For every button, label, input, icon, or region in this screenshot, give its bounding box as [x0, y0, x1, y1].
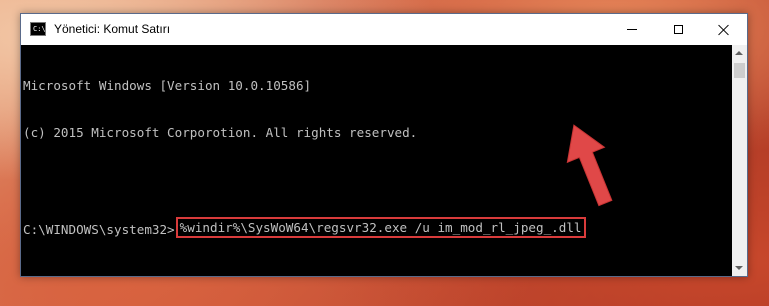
minimize-button[interactable]: [609, 14, 655, 45]
command-prompt: C:\WINDOWS\system32>: [23, 221, 175, 237]
console-line: Microsoft Windows [Version 10.0.10586]: [23, 78, 312, 94]
close-button[interactable]: [701, 14, 747, 45]
window-title: Yönetici: Komut Satırı: [54, 22, 171, 36]
highlighted-command[interactable]: %windir%\SysWoW64\regsvr32.exe /u im_mod…: [175, 216, 586, 239]
cmd-icon-glyph: C:\: [33, 25, 46, 33]
red-arrow-pointer-icon: [566, 124, 613, 207]
minimize-icon: [627, 29, 637, 30]
scroll-down-icon[interactable]: [735, 266, 743, 270]
maximize-icon: [673, 25, 683, 34]
scrollbar-thumb[interactable]: [734, 63, 745, 78]
console-line: (c) 2015 Microsoft Corporotion. All righ…: [23, 124, 418, 140]
cmd-app-icon: C:\: [30, 22, 46, 36]
close-icon: [718, 24, 730, 36]
title-bar[interactable]: C:\ Yönetici: Komut Satırı: [21, 14, 747, 45]
command-prompt-window[interactable]: C:\ Yönetici: Komut Satırı Microsoft Win…: [20, 13, 748, 277]
vertical-scrollbar[interactable]: [732, 45, 747, 276]
command-line[interactable]: C:\WINDOWS\system32> %windir%\SysWoW64\re…: [23, 216, 731, 239]
scroll-up-icon[interactable]: [735, 51, 743, 55]
console-output[interactable]: Microsoft Windows [Version 10.0.10586] (…: [21, 45, 731, 276]
maximize-button[interactable]: [655, 14, 701, 45]
